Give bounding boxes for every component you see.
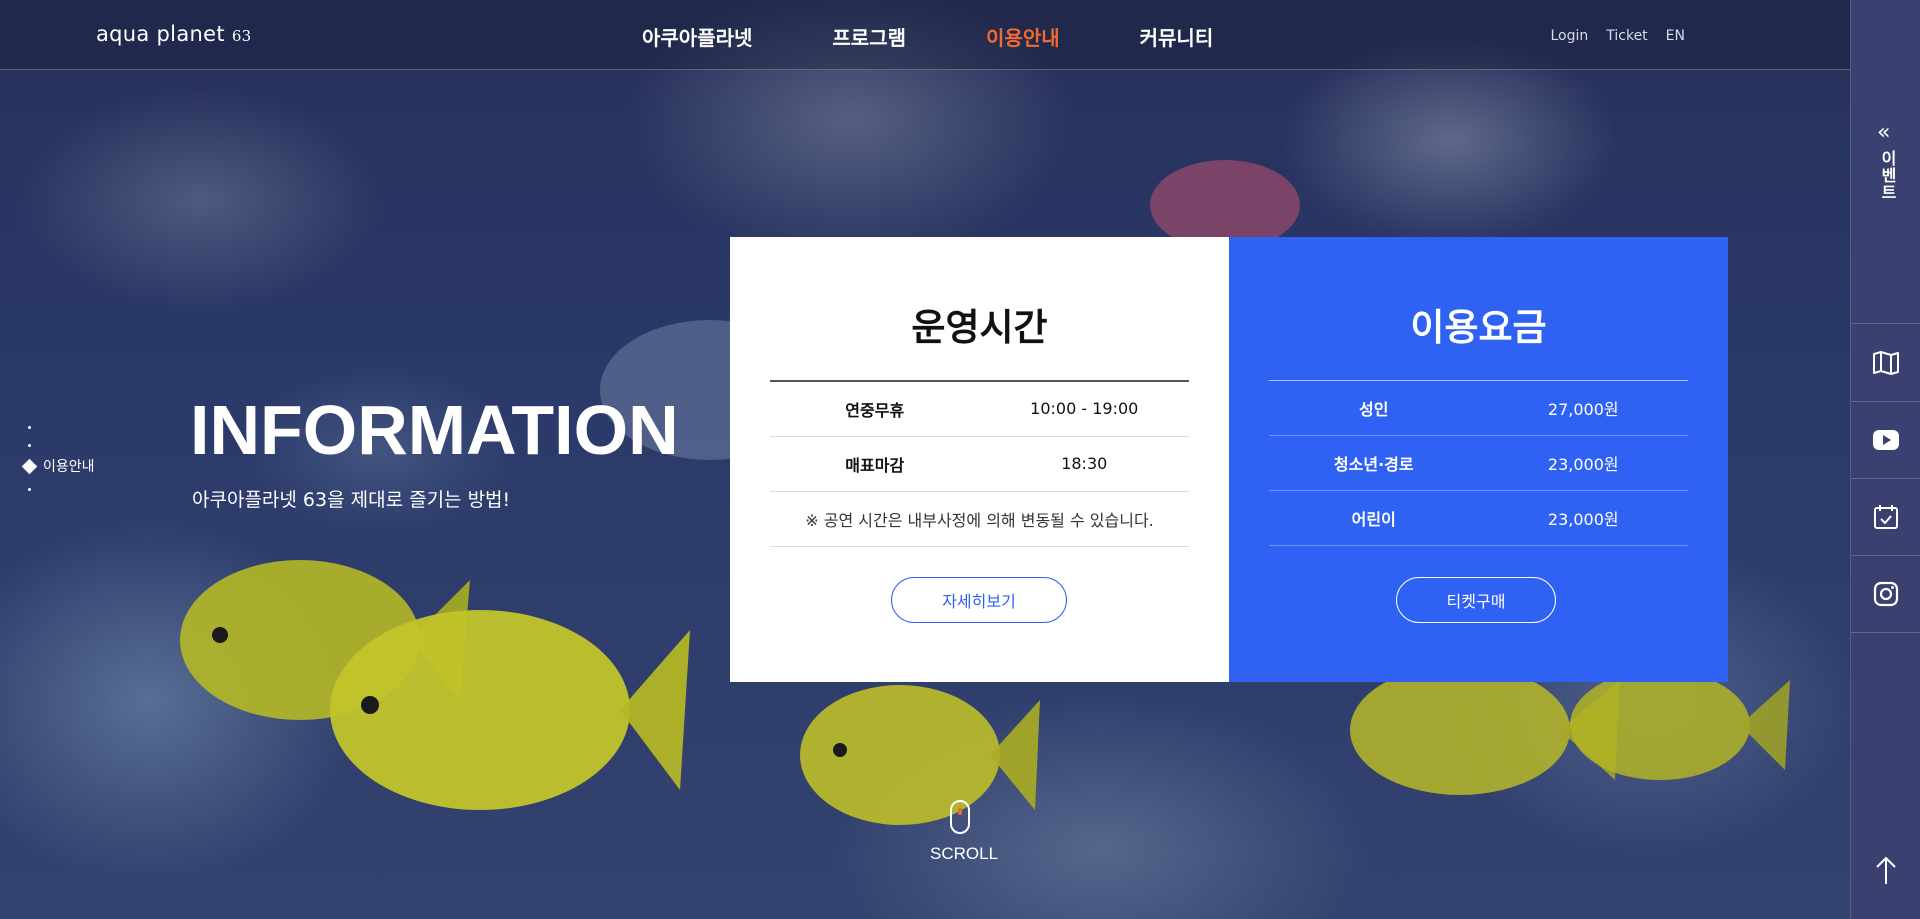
login-link[interactable]: Login [1550,28,1588,44]
page-subtitle: 아쿠아플라넷 63을 제대로 즐기는 방법! [192,489,511,511]
youtube-icon [1873,430,1899,450]
instagram-button[interactable] [1851,556,1920,633]
table-row: 연중무휴 10:00 - 19:00 [770,381,1189,437]
price-key: 어린이 [1269,490,1479,546]
indicator-current[interactable]: 이용안내 [21,456,95,476]
main-nav: 아쿠아플라넷 프로그램 이용안내 커뮤니티 [642,22,1293,51]
table-row: 매표마감 18:30 [770,436,1189,492]
hours-note: ※ 공연 시간은 내부사정에 의해 변동될 수 있습니다. [770,491,1189,547]
site-header: aqua planet 63 아쿠아플라넷 프로그램 이용안내 커뮤니티 Log… [0,0,1850,70]
youtube-button[interactable] [1851,402,1920,479]
buy-ticket-button[interactable]: 티켓구매 [1396,577,1556,623]
nav-item-community[interactable]: 커뮤니티 [1140,22,1214,51]
nav-item-program[interactable]: 프로그램 [832,22,906,51]
table-row: ※ 공연 시간은 내부사정에 의해 변동될 수 있습니다. [770,491,1189,547]
indicator-label: 이용안내 [43,459,95,475]
price-value: 23,000원 [1478,490,1688,546]
event-toggle-button[interactable]: « 이벤트 [1851,0,1920,324]
ticket-link[interactable]: Ticket [1606,28,1647,44]
logo[interactable]: aqua planet 63 [96,22,252,46]
quick-menu: « 이벤트 [1850,0,1920,919]
price-table: 성인 27,000원 청소년·경로 23,000원 어린이 23,000원 [1269,380,1688,546]
page-title: INFORMATION [190,391,679,469]
event-label: 이벤트 [1878,150,1897,201]
map-button[interactable] [1851,325,1920,402]
table-row: 어린이 23,000원 [1269,490,1688,546]
mouse-icon [950,800,970,834]
details-button[interactable]: 자세히보기 [891,577,1067,623]
scroll-label: SCROLL [930,844,999,863]
scroll-hint[interactable]: SCROLL [930,800,999,864]
calendar-check-icon [1874,505,1898,529]
price-value: 23,000원 [1478,435,1688,491]
price-card: 이용요금 성인 27,000원 청소년·경로 23,000원 어린이 23,00… [1229,237,1728,682]
calendar-button[interactable] [1851,479,1920,556]
hours-key: 매표마감 [770,436,980,492]
double-chevron-left-icon: « [1877,120,1891,145]
price-key: 성인 [1269,380,1479,436]
section-indicator: 이용안내 [21,426,95,506]
instagram-icon [1873,581,1899,607]
nav-item-information[interactable]: 이용안내 [986,22,1060,51]
price-value: 27,000원 [1478,380,1688,436]
price-key: 청소년·경로 [1269,435,1479,491]
scroll-top-button[interactable] [1851,840,1920,900]
map-icon [1873,351,1899,375]
hours-table: 연중무휴 10:00 - 19:00 매표마감 18:30 ※ 공연 시간은 내… [770,380,1189,547]
hours-card: 운영시간 연중무휴 10:00 - 19:00 매표마감 18:30 ※ 공연 … [730,237,1229,682]
hours-value: 10:00 - 19:00 [979,381,1189,437]
hours-key: 연중무휴 [770,381,980,437]
table-row: 청소년·경로 23,000원 [1269,435,1688,491]
indicator-dot[interactable] [28,444,31,447]
table-row: 성인 27,000원 [1269,380,1688,436]
indicator-dot[interactable] [28,488,31,491]
hours-value: 18:30 [979,436,1189,492]
hours-title: 운영시간 [911,306,1048,349]
logo-text: aqua planet [96,22,225,46]
nav-item-aquaplanet[interactable]: 아쿠아플라넷 [642,22,752,51]
utility-menu: Login Ticket EN [1550,28,1685,44]
price-title: 이용요금 [1410,306,1547,349]
logo-number: 63 [231,27,252,45]
indicator-dot[interactable] [28,426,31,429]
language-link[interactable]: EN [1666,28,1685,44]
diamond-icon [21,458,38,474]
arrow-up-icon [1876,856,1896,884]
